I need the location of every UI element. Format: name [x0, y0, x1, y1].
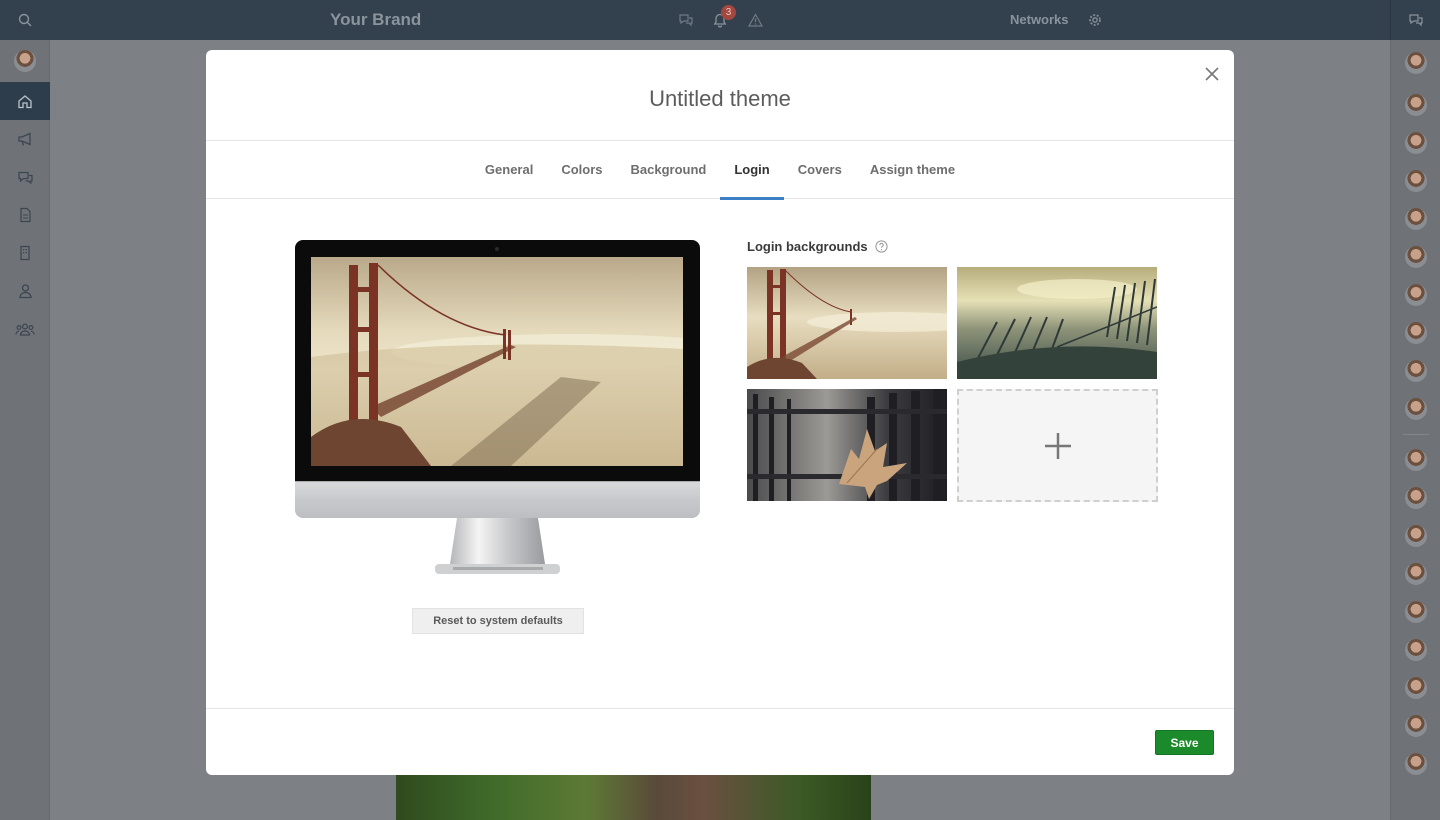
gear-icon[interactable]: [1085, 10, 1105, 30]
add-background-button[interactable]: [957, 389, 1158, 502]
background-thumbnail-maple-leaf[interactable]: [747, 389, 947, 501]
close-icon[interactable]: [1202, 64, 1222, 84]
imac-chin: [295, 481, 700, 518]
notification-badge: 3: [721, 5, 736, 20]
chat-icon[interactable]: [0, 158, 50, 196]
dialog-footer: Save: [206, 708, 1234, 775]
chat-panel-icon[interactable]: [1390, 0, 1440, 40]
group-icon[interactable]: [0, 310, 50, 348]
reset-defaults-button[interactable]: Reset to system defaults: [412, 608, 584, 634]
login-background-preview: [311, 257, 683, 466]
person-icon[interactable]: [0, 272, 50, 310]
tab-login[interactable]: Login: [720, 141, 785, 200]
search-icon[interactable]: [0, 0, 50, 40]
tab-covers[interactable]: Covers: [784, 141, 856, 199]
left-nav: [0, 40, 50, 820]
login-backgrounds-heading: Login backgrounds: [747, 239, 888, 254]
camera-dot: [495, 247, 499, 251]
megaphone-icon[interactable]: [0, 120, 50, 158]
my-avatar[interactable]: [0, 40, 49, 82]
networks-link[interactable]: Networks: [1010, 12, 1069, 27]
avatar[interactable]: [1391, 593, 1440, 631]
help-icon[interactable]: [875, 240, 888, 253]
background-thumbnail-bridge[interactable]: [747, 267, 947, 379]
plus-icon: [1044, 432, 1071, 459]
dialog-header: Untitled theme: [206, 50, 1234, 141]
background-thumbnail-fence-dune[interactable]: [957, 267, 1157, 379]
avatar[interactable]: [1391, 555, 1440, 593]
warning-icon[interactable]: [745, 10, 765, 30]
login-backgrounds-label: Login backgrounds: [747, 239, 868, 254]
avatar[interactable]: [1391, 517, 1440, 555]
dialog-title[interactable]: Untitled theme: [206, 86, 1234, 112]
avatar[interactable]: [1391, 86, 1440, 124]
avatar[interactable]: [1391, 238, 1440, 276]
avatar[interactable]: [1391, 314, 1440, 352]
theme-tabs: General Colors Background Login Covers A…: [206, 141, 1234, 200]
background-post-photo: [396, 772, 871, 820]
avatar[interactable]: [1391, 631, 1440, 669]
chat-icon[interactable]: [676, 10, 696, 30]
avatar[interactable]: [1391, 390, 1440, 428]
divider: [1402, 434, 1429, 435]
avatar[interactable]: [1391, 124, 1440, 162]
imac-preview: [295, 240, 700, 576]
imac-screen: [295, 240, 700, 481]
document-icon[interactable]: [0, 196, 50, 234]
tab-colors[interactable]: Colors: [547, 141, 616, 199]
home-icon[interactable]: [0, 82, 50, 120]
imac-stand: [435, 518, 560, 576]
brand-name[interactable]: Your Brand: [330, 10, 421, 30]
people-sidebar: [1390, 40, 1440, 820]
tab-general[interactable]: General: [471, 141, 547, 199]
avatar[interactable]: [1391, 276, 1440, 314]
login-tab-content: Reset to system defaults Login backgroun…: [206, 199, 1234, 708]
tab-background[interactable]: Background: [617, 141, 721, 199]
building-icon[interactable]: [0, 234, 50, 272]
avatar[interactable]: [1391, 669, 1440, 707]
top-bar: Your Brand 3 Networks: [0, 0, 1440, 40]
avatar[interactable]: [1391, 707, 1440, 745]
tab-assign-theme[interactable]: Assign theme: [856, 141, 969, 199]
avatar[interactable]: [1391, 162, 1440, 200]
avatar[interactable]: [1391, 745, 1440, 783]
save-button[interactable]: Save: [1155, 730, 1214, 755]
avatar[interactable]: [1391, 479, 1440, 517]
theme-editor-dialog: Untitled theme General Colors Background…: [206, 50, 1234, 775]
avatar[interactable]: [1391, 200, 1440, 238]
avatar[interactable]: [1391, 40, 1440, 86]
avatar[interactable]: [1391, 441, 1440, 479]
avatar[interactable]: [1391, 352, 1440, 390]
